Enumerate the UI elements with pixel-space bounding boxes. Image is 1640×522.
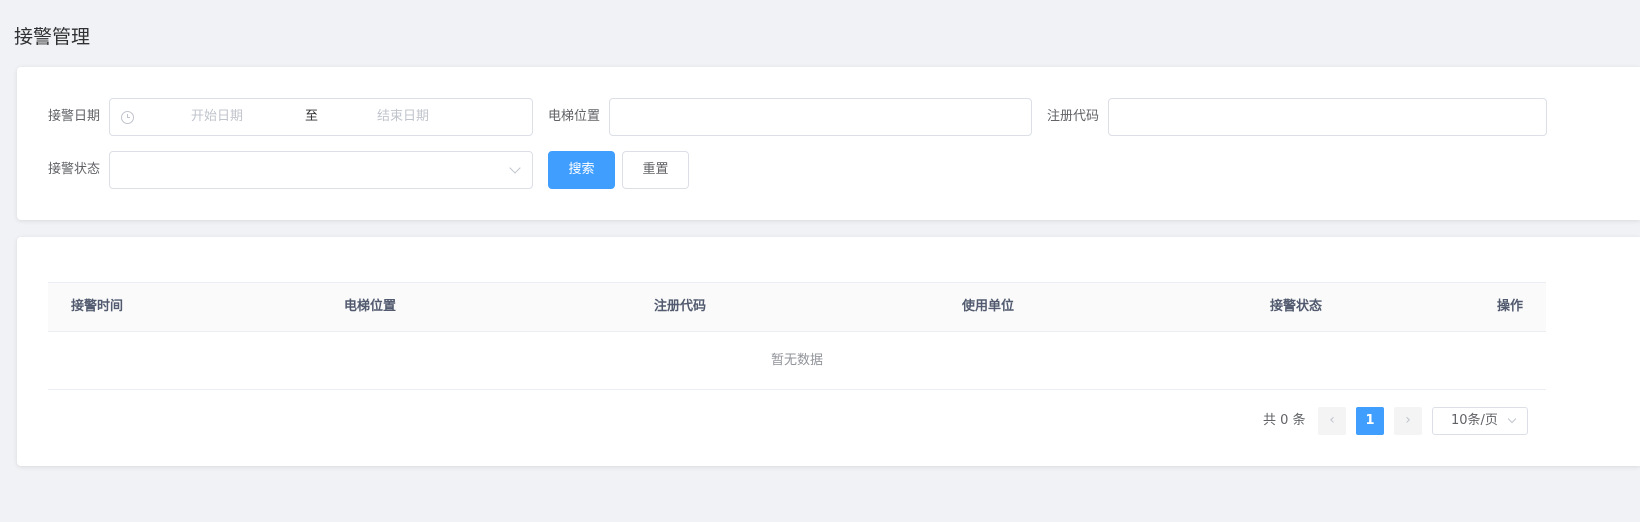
reset-button[interactable]: 重置 xyxy=(622,151,689,189)
chevron-left-icon: ‹ xyxy=(1329,412,1335,428)
page-size-select[interactable]: 10条/页 xyxy=(1432,407,1528,435)
empty-state: 暂无数据 xyxy=(48,332,1546,390)
chevron-right-icon: › xyxy=(1405,412,1411,428)
chevron-down-icon xyxy=(509,162,521,174)
registration-code-input[interactable] xyxy=(1108,98,1547,136)
column-header-unit: 使用单位 xyxy=(962,299,1015,314)
location-label: 电梯位置 xyxy=(548,109,601,124)
end-date-input[interactable]: 结束日期 xyxy=(377,99,429,135)
column-header-actions: 操作 xyxy=(1497,299,1524,314)
date-separator: 至 xyxy=(305,109,319,124)
chevron-down-icon xyxy=(1507,414,1517,424)
alarm-table: 接警时间 电梯位置 注册代码 使用单位 接警状态 操作 暂无数据 xyxy=(48,282,1546,390)
table-header: 接警时间 电梯位置 注册代码 使用单位 接警状态 操作 xyxy=(48,282,1546,332)
column-header-code: 注册代码 xyxy=(654,299,707,314)
column-header-location: 电梯位置 xyxy=(344,299,397,314)
status-select[interactable] xyxy=(109,151,533,189)
page-title: 接警管理 xyxy=(14,26,91,48)
search-panel: 接警日期 开始日期 至 结束日期 电梯位置 注册代码 接警状态 搜索 重置 xyxy=(17,67,1640,220)
page-size-value: 10条/页 xyxy=(1451,413,1498,428)
prev-page-button[interactable]: ‹ xyxy=(1318,407,1346,435)
status-label: 接警状态 xyxy=(48,162,101,177)
location-input[interactable] xyxy=(609,98,1032,136)
column-header-time: 接警时间 xyxy=(71,299,124,314)
start-date-input[interactable]: 开始日期 xyxy=(191,99,243,135)
search-button[interactable]: 搜索 xyxy=(548,151,615,189)
date-label: 接警日期 xyxy=(48,109,101,124)
page-number-button[interactable]: 1 xyxy=(1356,407,1384,435)
pagination-total: 共 0 条 xyxy=(1263,413,1306,428)
clock-icon xyxy=(121,111,134,124)
code-label: 注册代码 xyxy=(1047,109,1100,124)
column-header-status: 接警状态 xyxy=(1270,299,1323,314)
next-page-button[interactable]: › xyxy=(1394,407,1422,435)
table-panel: 接警时间 电梯位置 注册代码 使用单位 接警状态 操作 暂无数据 共 0 条 ‹… xyxy=(17,237,1640,466)
date-range-picker[interactable]: 开始日期 至 结束日期 xyxy=(109,98,533,136)
